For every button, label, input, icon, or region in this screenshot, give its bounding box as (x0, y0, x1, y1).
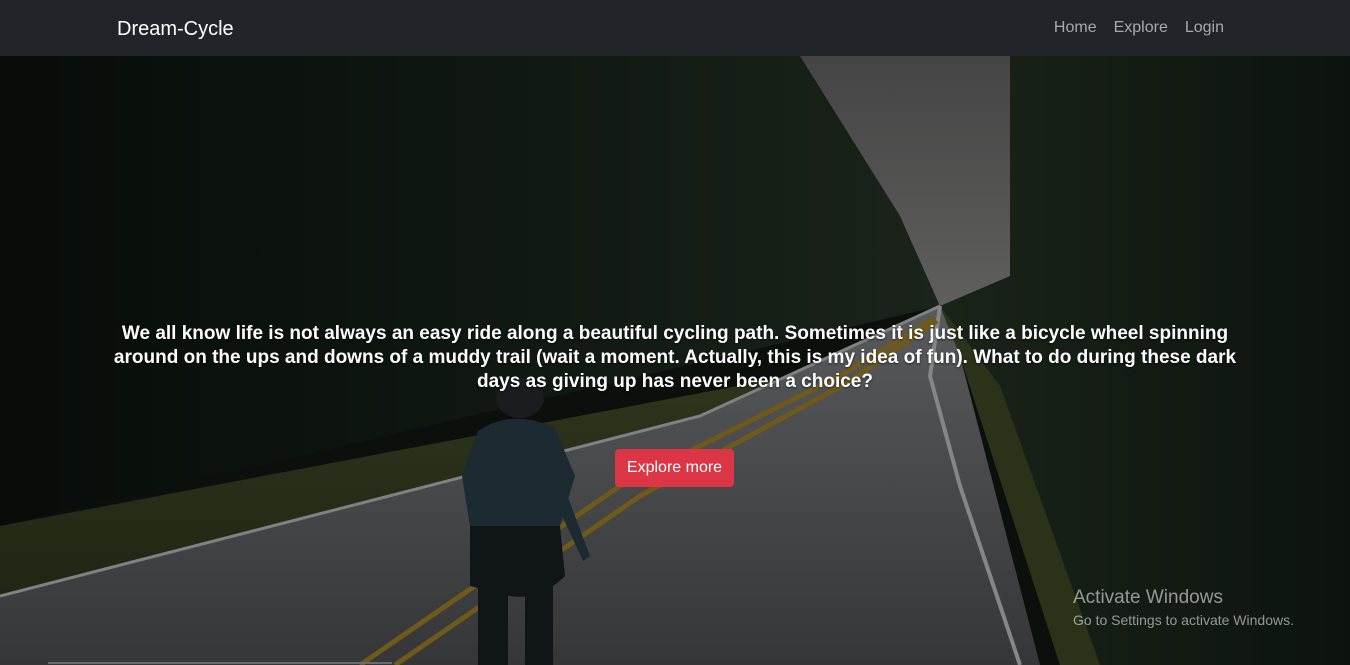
activate-windows-watermark: Activate Windows Go to Settings to activ… (1073, 587, 1294, 630)
nav-link-home[interactable]: Home (1054, 17, 1097, 39)
brand-link[interactable]: Dream-Cycle (117, 16, 234, 42)
watermark-subtitle: Go to Settings to activate Windows. (1073, 612, 1294, 628)
explore-more-button[interactable]: Explore more (615, 449, 734, 487)
nav-link-login[interactable]: Login (1185, 17, 1224, 39)
horizontal-scrollbar[interactable] (48, 662, 392, 664)
hero-text: We all know life is not always an easy r… (113, 323, 1237, 392)
nav-link-explore[interactable]: Explore (1114, 17, 1168, 39)
page: Dream-Cycle Home Explore Login We all kn… (0, 0, 1350, 665)
watermark-title: Activate Windows (1073, 587, 1223, 608)
hero-section: We all know life is not always an easy r… (0, 56, 1350, 665)
nav-links: Home Explore Login (1054, 17, 1224, 39)
navbar: Dream-Cycle Home Explore Login (0, 0, 1350, 56)
